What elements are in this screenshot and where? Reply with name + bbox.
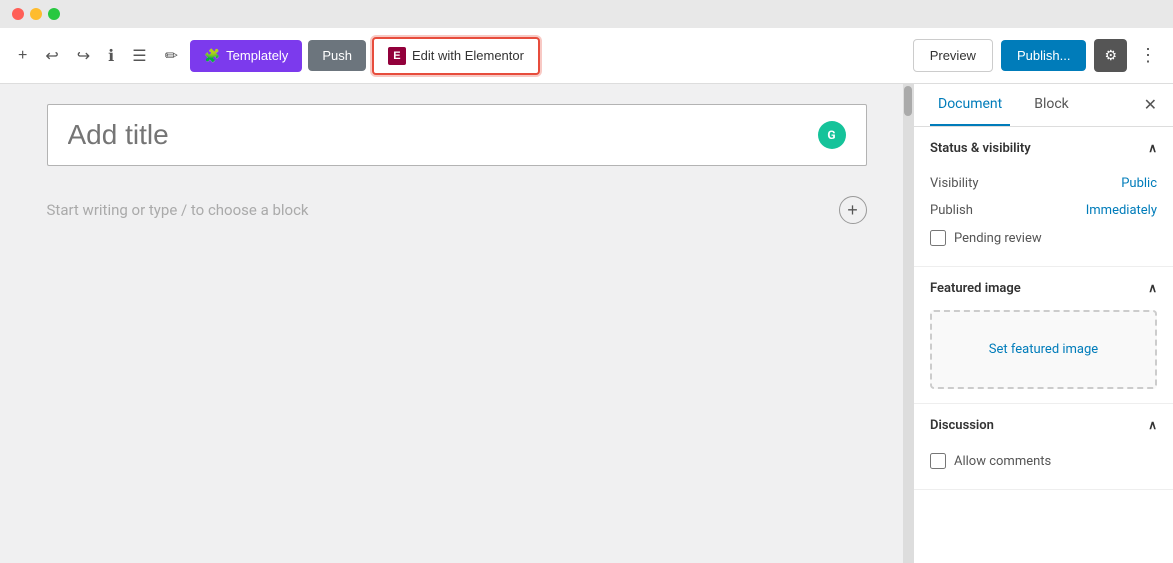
settings-button[interactable]: ⚙: [1094, 39, 1127, 72]
allow-comments-checkbox[interactable]: [930, 453, 946, 469]
pending-review-label: Pending review: [954, 231, 1042, 246]
featured-image-chevron: [1148, 281, 1157, 296]
allow-comments-label: Allow comments: [954, 454, 1051, 469]
elementor-icon: E: [388, 47, 406, 65]
grammarly-icon: G: [818, 121, 846, 149]
set-featured-image-button[interactable]: Set featured image: [930, 310, 1157, 389]
toolbar-left: + ↩ ↪ ℹ ☰ ✏ 🧩 Templately Push E Edit wit…: [12, 37, 905, 75]
preview-button[interactable]: Preview: [913, 39, 993, 72]
featured-image-section: Featured image Set featured image: [914, 267, 1173, 404]
sidebar-tabs: Document Block ✕: [914, 84, 1173, 127]
templately-button[interactable]: 🧩 Templately: [190, 40, 302, 72]
pending-review-checkbox[interactable]: [930, 230, 946, 246]
edit-button[interactable]: ✏: [159, 40, 184, 72]
editor-content: G Start writing or type / to choose a bl…: [47, 104, 867, 234]
status-visibility-content: Visibility Public Publish Immediately Pe…: [914, 170, 1173, 266]
pending-review-row: Pending review: [930, 224, 1157, 252]
status-visibility-section: Status & visibility Visibility Public Pu…: [914, 127, 1173, 267]
status-visibility-header[interactable]: Status & visibility: [914, 127, 1173, 170]
discussion-chevron: [1148, 418, 1157, 433]
push-button[interactable]: Push: [308, 40, 366, 71]
discussion-section: Discussion Allow comments: [914, 404, 1173, 490]
titlebar: [0, 0, 1173, 28]
maximize-button[interactable]: [48, 8, 60, 20]
tab-block[interactable]: Block: [1026, 84, 1077, 126]
redo-button[interactable]: ↪: [71, 40, 96, 72]
toolbar-right: Preview Publish... ⚙ ⋮: [913, 39, 1161, 72]
publish-value[interactable]: Immediately: [1086, 203, 1157, 218]
visibility-value[interactable]: Public: [1121, 176, 1157, 191]
add-block-button[interactable]: +: [839, 196, 867, 224]
templately-icon: 🧩: [204, 48, 220, 64]
content-area: Start writing or type / to choose a bloc…: [47, 186, 867, 234]
editor-area[interactable]: G Start writing or type / to choose a bl…: [0, 84, 913, 563]
title-input[interactable]: [68, 119, 818, 151]
content-placeholder: Start writing or type / to choose a bloc…: [47, 201, 309, 219]
publish-row: Publish Immediately: [930, 197, 1157, 224]
scroll-thumb: [904, 86, 912, 116]
minimize-button[interactable]: [30, 8, 42, 20]
toolbar: + ↩ ↪ ℹ ☰ ✏ 🧩 Templately Push E Edit wit…: [0, 28, 1173, 84]
info-button[interactable]: ℹ: [102, 40, 120, 72]
scroll-indicator: [903, 84, 913, 563]
sidebar-tabs-left: Document Block: [930, 84, 1093, 126]
add-block-toolbar-button[interactable]: +: [12, 41, 33, 71]
allow-comments-row: Allow comments: [930, 447, 1157, 475]
visibility-row: Visibility Public: [930, 170, 1157, 197]
tab-document[interactable]: Document: [930, 84, 1010, 126]
sidebar: Document Block ✕ Status & visibility Vis…: [913, 84, 1173, 563]
main-layout: G Start writing or type / to choose a bl…: [0, 84, 1173, 563]
featured-image-content: Set featured image: [914, 310, 1173, 403]
close-button[interactable]: [12, 8, 24, 20]
edit-with-elementor-button[interactable]: E Edit with Elementor: [372, 37, 540, 75]
sidebar-close-button[interactable]: ✕: [1144, 95, 1157, 115]
featured-image-header[interactable]: Featured image: [914, 267, 1173, 310]
list-view-button[interactable]: ☰: [126, 40, 152, 72]
status-visibility-chevron: [1148, 141, 1157, 156]
more-options-button[interactable]: ⋮: [1135, 41, 1161, 70]
publish-button[interactable]: Publish...: [1001, 40, 1086, 71]
discussion-header[interactable]: Discussion: [914, 404, 1173, 447]
undo-button[interactable]: ↩: [39, 40, 64, 72]
title-block: G: [47, 104, 867, 166]
discussion-content: Allow comments: [914, 447, 1173, 489]
